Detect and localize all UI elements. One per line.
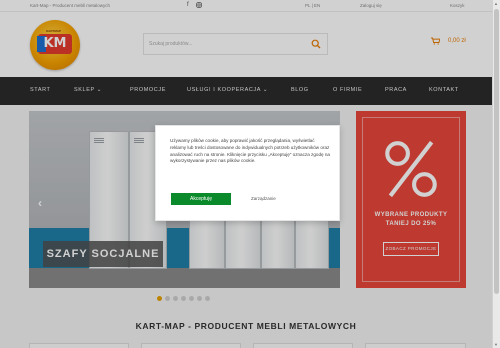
cookie-consent-dialog: Używamy plików cookie, aby poprawić jako… xyxy=(155,125,340,221)
scrollbar-thumb[interactable] xyxy=(494,9,499,294)
page-scrollbar[interactable]: ▲ ▼ xyxy=(492,0,500,348)
scroll-down-icon[interactable]: ▼ xyxy=(494,342,498,347)
scroll-up-icon[interactable]: ▲ xyxy=(494,1,498,6)
manage-cookies-link[interactable]: Zarządzanie xyxy=(251,196,276,201)
cookie-message: Używamy plików cookie, aby poprawić jako… xyxy=(170,138,330,164)
accept-cookies-button[interactable]: Akceptuję xyxy=(171,193,231,205)
